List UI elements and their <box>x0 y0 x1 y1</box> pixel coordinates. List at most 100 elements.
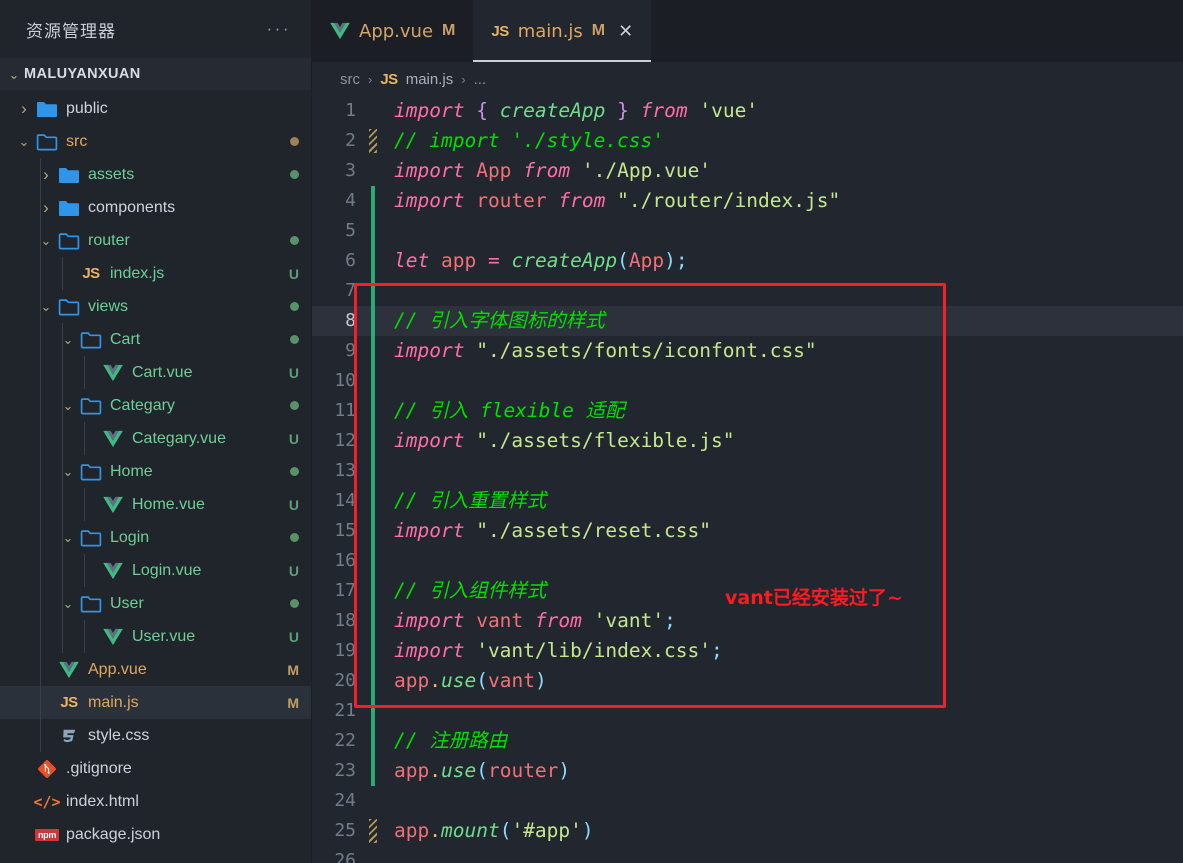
tree-file-app-vue[interactable]: · App.vue M <box>0 653 311 686</box>
tree-file-cart-vue[interactable]: · Cart.vue U <box>0 356 311 389</box>
tree-item-label: views <box>88 297 129 315</box>
chevron-down-icon[interactable]: ⌄ <box>36 234 56 247</box>
code-line[interactable]: 1 import { createApp } from 'vue' <box>312 96 1183 126</box>
code-line[interactable]: 18 import vant from 'vant'; <box>312 606 1183 636</box>
code-line[interactable]: 23 app.use(router) <box>312 756 1183 786</box>
tree-folder-login[interactable]: ⌄ Login <box>0 521 311 554</box>
code-line[interactable]: 12 import "./assets/flexible.js" <box>312 426 1183 456</box>
chevron-down-icon[interactable]: ⌄ <box>58 399 78 412</box>
tree-folder-home[interactable]: ⌄ Home <box>0 455 311 488</box>
code-viewport[interactable]: 1 import { createApp } from 'vue' 2 // impo… <box>312 96 1183 863</box>
chevron-spacer: · <box>80 564 100 577</box>
code-line[interactable]: 26 <box>312 846 1183 863</box>
code-line[interactable]: 7 <box>312 276 1183 306</box>
tree-folder-public[interactable]: › public <box>0 92 311 125</box>
line-number: 10 <box>334 370 356 391</box>
gutter-decorations <box>364 576 386 606</box>
tab-app-vue[interactable]: App.vue M <box>312 0 474 62</box>
explorer-root-folder[interactable]: ⌄ MALUYANXUAN <box>0 58 311 90</box>
code-line[interactable]: 5 <box>312 216 1183 246</box>
root-folder-label: MALUYANXUAN <box>24 66 141 82</box>
code-line[interactable]: 22 // 注册路由 <box>312 726 1183 756</box>
git-added-bar <box>371 426 375 456</box>
code-line[interactable]: 8 // 引入字体图标的样式 <box>312 306 1183 336</box>
chevron-right-icon[interactable]: › <box>36 166 56 183</box>
tab-main-js[interactable]: JS main.js M ✕ <box>473 0 652 62</box>
chevron-down-icon[interactable]: ⌄ <box>58 333 78 346</box>
git-status-badge: U <box>288 628 299 645</box>
code-line[interactable]: 14 // 引入重置样式 <box>312 486 1183 516</box>
tree-folder-src[interactable]: ⌄ src <box>0 125 311 158</box>
code-line[interactable]: 11 // 引入 flexible 适配 <box>312 396 1183 426</box>
gutter-decorations <box>364 186 386 216</box>
tree-file-gitignore[interactable]: · .gitignore <box>0 752 311 785</box>
code-line[interactable]: 4 import router from "./router/index.js" <box>312 186 1183 216</box>
chevron-down-icon[interactable]: ⌄ <box>58 465 78 478</box>
tree-item-label: Home <box>110 462 153 480</box>
tree-file-user-vue[interactable]: · User.vue U <box>0 620 311 653</box>
gutter-decorations <box>364 516 386 546</box>
code-line[interactable]: 20 app.use(vant) <box>312 666 1183 696</box>
indent-guide <box>40 356 41 389</box>
tree-folder-cart[interactable]: ⌄ Cart <box>0 323 311 356</box>
git-added-bar <box>371 636 375 666</box>
tree-file-style-css[interactable]: · style.css <box>0 719 311 752</box>
chevron-down-icon[interactable]: ⌄ <box>36 300 56 313</box>
code-line[interactable]: 24 <box>312 786 1183 816</box>
code-line[interactable]: 6 let app = createApp(App); <box>312 246 1183 276</box>
indent-guide <box>84 620 85 653</box>
tree-file-index-html[interactable]: ·</> index.html <box>0 785 311 818</box>
code-line[interactable]: 3 import App from './App.vue' <box>312 156 1183 186</box>
tree-item-label: public <box>66 99 108 117</box>
red-annotation-note: vant已经安装过了~ <box>725 587 903 609</box>
tree-folder-assets[interactable]: › assets <box>0 158 311 191</box>
folder-blue-open <box>78 397 104 415</box>
chevron-down-icon[interactable]: ⌄ <box>14 135 34 148</box>
code-line[interactable]: 2 // import './style.css' <box>312 126 1183 156</box>
line-number: 25 <box>334 820 356 841</box>
tree-file-home-vue[interactable]: · Home.vue U <box>0 488 311 521</box>
chevron-right-icon[interactable]: › <box>36 199 56 216</box>
code-line[interactable]: 16 <box>312 546 1183 576</box>
git-added-bar <box>371 666 375 696</box>
breadcrumb-item-symbols[interactable]: ... <box>474 71 487 88</box>
chevron-down-icon[interactable]: ⌄ <box>58 531 78 544</box>
tree-file-main-js[interactable]: · JS main.js M <box>0 686 311 719</box>
code-line[interactable]: 21 <box>312 696 1183 726</box>
indent-guide <box>62 587 63 620</box>
code-line[interactable]: 10 <box>312 366 1183 396</box>
tree-item-label: Login <box>110 528 150 546</box>
css-icon <box>56 727 82 745</box>
code-line[interactable]: 13 <box>312 456 1183 486</box>
breadcrumb-item-file[interactable]: main.js <box>406 71 454 88</box>
tree-file-index-js[interactable]: · JS index.js U <box>0 257 311 290</box>
tree-item-label: main.js <box>88 693 139 711</box>
tree-item-label: .gitignore <box>66 759 132 777</box>
code-line[interactable]: 19 import 'vant/lib/index.css'; <box>312 636 1183 666</box>
explorer-header: 资源管理器 ··· <box>0 0 311 58</box>
tree-file-categary-vue[interactable]: · Categary.vue U <box>0 422 311 455</box>
chevron-spacer: · <box>58 267 78 280</box>
indent-guide <box>40 554 41 587</box>
code-line[interactable]: 15 import "./assets/reset.css" <box>312 516 1183 546</box>
explorer-title: 资源管理器 <box>26 21 116 42</box>
tree-folder-router[interactable]: ⌄ router <box>0 224 311 257</box>
code-line[interactable]: 9 import "./assets/fonts/iconfont.css" <box>312 336 1183 366</box>
tree-folder-categary[interactable]: ⌄ Categary <box>0 389 311 422</box>
chevron-right-icon[interactable]: › <box>14 100 34 117</box>
code-line[interactable]: 25 app.mount('#app') <box>312 816 1183 846</box>
code-text: // import './style.css' <box>394 129 665 152</box>
chevron-down-icon[interactable]: ⌄ <box>58 597 78 610</box>
tree-file-package-json[interactable]: ·npm package.json <box>0 818 311 851</box>
line-number: 17 <box>334 580 356 601</box>
folder-blue-open <box>56 298 82 316</box>
tree-folder-components[interactable]: › components <box>0 191 311 224</box>
tree-folder-views[interactable]: ⌄ views <box>0 290 311 323</box>
gutter-decorations <box>364 336 386 366</box>
more-actions-icon[interactable]: ··· <box>261 15 297 43</box>
tree-file-login-vue[interactable]: · Login.vue U <box>0 554 311 587</box>
indent-guide <box>84 356 85 389</box>
breadcrumb-item-src[interactable]: src <box>340 71 360 88</box>
tree-folder-user[interactable]: ⌄ User <box>0 587 311 620</box>
close-icon[interactable]: ✕ <box>618 21 633 42</box>
